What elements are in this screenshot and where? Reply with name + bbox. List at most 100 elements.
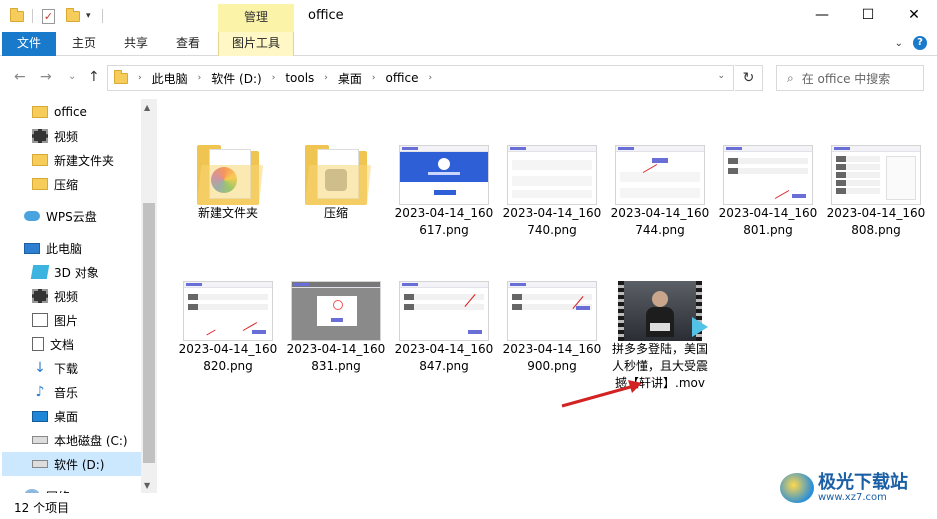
ribbon-tabs: 文件 主页 共享 查看 图片工具 ⌄ ? <box>0 32 937 56</box>
folder-icon <box>32 106 48 118</box>
file-name: 新建文件夹 <box>197 206 258 220</box>
file-name: 2023-04-14_160808.png <box>826 206 926 237</box>
address-dropdown-icon[interactable]: ⌄ <box>717 71 725 81</box>
breadcrumb-drive-d[interactable]: 软件 (D:) <box>211 70 261 87</box>
scrollbar-thumb[interactable] <box>143 203 155 463</box>
breadcrumb-separator-icon[interactable]: › <box>198 73 202 83</box>
manage-context-label[interactable]: 管理 <box>218 4 294 32</box>
document-icon <box>32 337 44 351</box>
sidebar-item-music[interactable]: ♪ 音乐 <box>32 380 78 404</box>
cloud-icon <box>24 211 40 221</box>
sidebar-item-pictures[interactable]: 图片 <box>32 308 78 332</box>
cube-icon <box>30 265 50 279</box>
search-input[interactable]: ⌕ 在 office 中搜索 <box>776 65 924 91</box>
file-name: 压缩 <box>323 206 348 220</box>
sidebar-item-3d-objects[interactable]: 3D 对象 <box>30 260 99 284</box>
file-name: 2023-04-14_160801.png <box>718 206 818 237</box>
sidebar-item-this-pc[interactable]: 此电脑 <box>24 236 82 260</box>
sidebar-item-videos-quick[interactable]: 视频 <box>32 124 78 148</box>
drive-icon <box>32 436 48 444</box>
scroll-up-icon[interactable]: ▲ <box>144 103 150 112</box>
address-row: ← → ⌄ ↑ › 此电脑 › 软件 (D:) › tools › 桌面 › o… <box>0 57 937 99</box>
image-thumbnail <box>723 145 813 205</box>
forward-arrow-icon[interactable]: → <box>40 69 52 85</box>
back-arrow-icon[interactable]: ← <box>14 69 26 85</box>
refresh-button[interactable]: ↻ <box>735 65 763 91</box>
maximize-button[interactable]: ☐ <box>845 0 891 30</box>
quick-access-folder-icon[interactable] <box>10 7 24 25</box>
video-icon <box>32 129 48 143</box>
breadcrumb-desktop[interactable]: 桌面 <box>338 70 362 87</box>
music-icon: ♪ <box>35 384 45 400</box>
sidebar-item-documents[interactable]: 文档 <box>32 332 74 356</box>
new-folder-icon[interactable] <box>66 7 80 25</box>
watermark-brand: 极光下载站 <box>818 471 908 493</box>
drive-icon <box>32 460 48 468</box>
image-thumbnail <box>615 145 705 205</box>
tab-view[interactable]: 查看 <box>166 32 210 56</box>
sidebar-item-new-folder[interactable]: 新建文件夹 <box>32 148 114 172</box>
breadcrumb-separator-icon: › <box>138 73 142 83</box>
file-list: 新建文件夹 压缩 2023-04-14_160617.png 2023-04-1… <box>160 99 937 495</box>
expand-ribbon-icon[interactable]: ⌄ <box>895 38 903 49</box>
file-name: 2023-04-14_160617.png <box>394 206 494 237</box>
image-thumbnail <box>399 281 489 341</box>
file-name: 2023-04-14_160744.png <box>610 206 710 237</box>
window-title: office <box>308 8 344 23</box>
file-name: 2023-04-14_160820.png <box>178 342 278 373</box>
breadcrumb-this-pc[interactable]: 此电脑 <box>152 70 188 87</box>
image-thumbnail <box>831 145 921 205</box>
sidebar-item-downloads[interactable]: ↓ 下载 <box>32 356 78 380</box>
navigation-pane: office 视频 新建文件夹 压缩 WPS云盘 此电脑 3D 对象 视频 图片… <box>0 99 157 493</box>
tab-share[interactable]: 共享 <box>114 32 158 56</box>
search-icon: ⌕ <box>787 70 794 85</box>
properties-check-icon[interactable]: ✓ <box>42 7 55 25</box>
folder-icon <box>197 145 264 205</box>
watermark-url: www.xz7.com <box>818 491 887 503</box>
download-icon: ↓ <box>34 360 46 376</box>
sidebar-item-network[interactable]: 网络 <box>24 484 70 493</box>
tab-home[interactable]: 主页 <box>62 32 106 56</box>
breadcrumb-office[interactable]: office <box>386 71 419 85</box>
tab-file[interactable]: 文件 <box>2 32 56 56</box>
image-thumbnail <box>507 145 597 205</box>
video-thumbnail <box>618 281 708 341</box>
sidebar-scrollbar[interactable]: ▲ ▼ <box>141 99 157 493</box>
sidebar-item-local-disk-c[interactable]: 本地磁盘 (C:) <box>32 428 128 452</box>
sidebar-item-drive-d[interactable]: 软件 (D:) <box>2 452 143 476</box>
breadcrumb-separator-icon[interactable]: › <box>324 73 328 83</box>
file-name: 2023-04-14_160847.png <box>394 342 494 373</box>
title-bar: ✓ ▾ 管理 office — ☐ ✕ <box>0 0 937 32</box>
file-name: 2023-04-14_160900.png <box>502 342 602 373</box>
sidebar-item-office[interactable]: office <box>32 100 87 124</box>
video-icon <box>32 289 48 303</box>
address-bar[interactable]: › 此电脑 › 软件 (D:) › tools › 桌面 › office › … <box>107 65 734 91</box>
image-thumbnail <box>507 281 597 341</box>
title-separator <box>102 7 103 25</box>
tab-picture-tools[interactable]: 图片工具 <box>218 32 294 56</box>
breadcrumb-tools[interactable]: tools <box>285 71 314 85</box>
image-thumbnail <box>399 145 489 205</box>
scroll-down-icon[interactable]: ▼ <box>144 481 150 490</box>
close-button[interactable]: ✕ <box>891 0 937 30</box>
recent-locations-icon[interactable]: ⌄ <box>68 71 76 82</box>
computer-icon <box>24 242 40 254</box>
file-name: 2023-04-14_160740.png <box>502 206 602 237</box>
sidebar-item-wps-cloud[interactable]: WPS云盘 <box>24 204 97 228</box>
folder-icon <box>32 154 48 166</box>
minimize-button[interactable]: — <box>799 0 845 30</box>
network-icon <box>24 489 40 493</box>
breadcrumb-separator-icon[interactable]: › <box>428 73 432 83</box>
breadcrumb-separator-icon[interactable]: › <box>272 73 276 83</box>
quick-access-dropdown-icon[interactable]: ▾ <box>86 7 91 25</box>
breadcrumb-separator-icon[interactable]: › <box>372 73 376 83</box>
quick-access-separator <box>32 7 33 25</box>
sidebar-item-videos[interactable]: 视频 <box>32 284 78 308</box>
desktop-icon <box>32 410 48 422</box>
address-folder-icon <box>114 69 128 84</box>
sidebar-item-compress[interactable]: 压缩 <box>32 172 78 196</box>
up-arrow-icon[interactable]: ↑ <box>88 69 100 85</box>
help-icon[interactable]: ? <box>913 36 927 50</box>
sidebar-item-desktop[interactable]: 桌面 <box>32 404 78 428</box>
annotation-arrow-icon <box>561 380 642 408</box>
